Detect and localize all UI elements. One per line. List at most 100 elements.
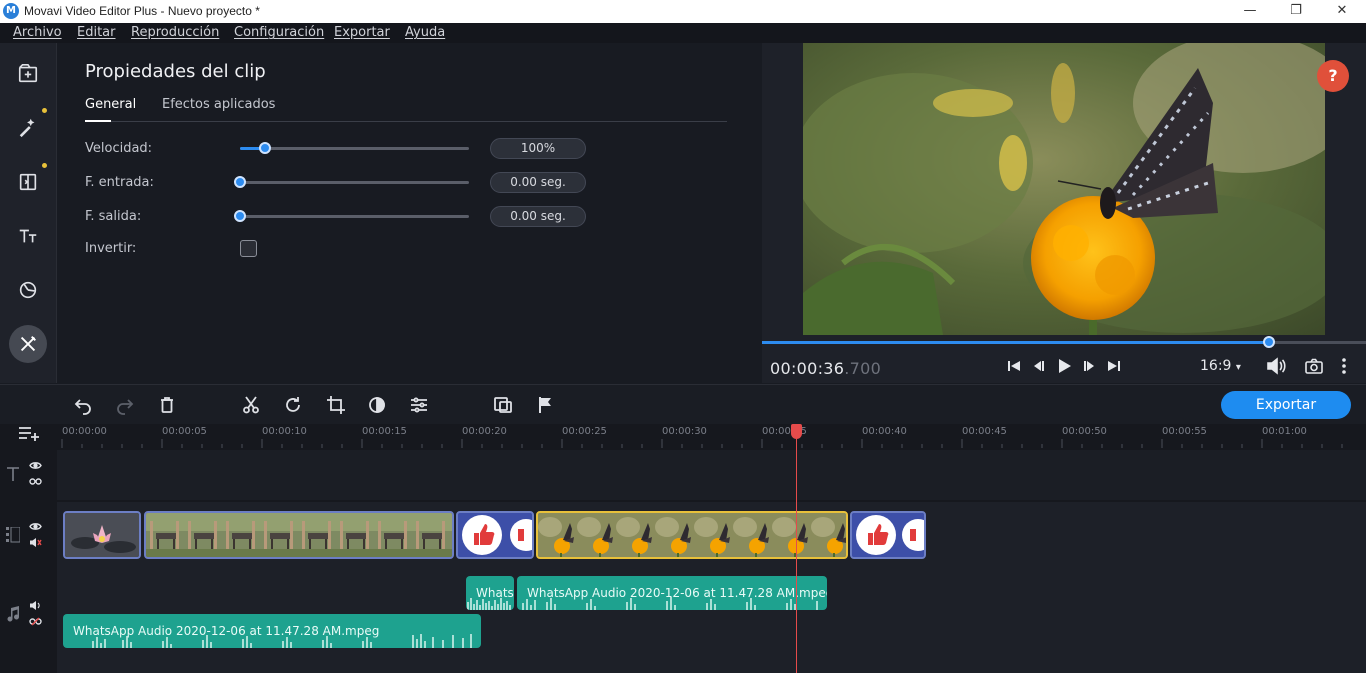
undo-button[interactable] bbox=[72, 394, 94, 416]
help-button[interactable]: ? bbox=[1317, 60, 1349, 92]
fade-in-label: F. entrada: bbox=[85, 175, 154, 190]
fade-in-slider-handle[interactable] bbox=[234, 176, 246, 188]
tab-applied-effects[interactable]: Efectos aplicados bbox=[162, 97, 275, 112]
previous-frame-button[interactable] bbox=[1027, 356, 1049, 376]
menu-archivo[interactable]: Archivo bbox=[13, 25, 62, 40]
split-screen-button[interactable] bbox=[492, 394, 514, 416]
ruler-tick-label: 00:00:25 bbox=[562, 426, 607, 437]
volume-button[interactable] bbox=[1265, 356, 1287, 376]
import-button[interactable] bbox=[9, 55, 47, 93]
close-button[interactable]: ✕ bbox=[1319, 0, 1365, 23]
video-clip-like-outro[interactable] bbox=[850, 511, 926, 559]
fade-out-slider-handle[interactable] bbox=[234, 210, 246, 222]
ruler-tick-label: 00:00:00 bbox=[62, 426, 107, 437]
aspect-ratio-value: 16:9 bbox=[1200, 358, 1232, 374]
audio-clip-short[interactable]: Whats bbox=[466, 576, 514, 610]
video-clip-butterfly-selected[interactable] bbox=[536, 511, 848, 559]
menu-ayuda[interactable]: Ayuda bbox=[405, 25, 445, 40]
ruler-tick-label: 00:00:30 bbox=[662, 426, 707, 437]
menu-configuracion[interactable]: Configuración bbox=[234, 25, 324, 40]
eye-icon[interactable] bbox=[29, 461, 42, 470]
menu-exportar[interactable]: Exportar bbox=[334, 25, 390, 40]
more-tools-icon bbox=[20, 336, 36, 352]
playhead-handle[interactable] bbox=[791, 424, 802, 439]
title-bar: M Movavi Video Editor Plus - Nuevo proye… bbox=[0, 0, 1366, 23]
more-options-button[interactable] bbox=[1333, 356, 1355, 376]
rotate-button[interactable] bbox=[282, 394, 304, 416]
video-clip-like-intro[interactable] bbox=[456, 511, 534, 559]
add-marker-button[interactable] bbox=[534, 394, 556, 416]
color-adjustments-button[interactable] bbox=[366, 394, 388, 416]
menu-editar[interactable]: Editar bbox=[77, 25, 116, 40]
color-adjust-icon bbox=[369, 397, 385, 413]
camera-icon bbox=[1305, 358, 1323, 374]
clip-properties-panel: Propiedades del clip General Efectos apl… bbox=[57, 43, 761, 383]
go-to-end-button[interactable] bbox=[1103, 356, 1125, 376]
titles-icon bbox=[19, 229, 37, 243]
next-frame-button[interactable] bbox=[1079, 356, 1101, 376]
delete-button[interactable] bbox=[156, 394, 178, 416]
transitions-button[interactable] bbox=[9, 163, 47, 201]
skip-to-start-icon bbox=[1008, 361, 1020, 371]
seek-progress bbox=[762, 341, 1270, 344]
playhead-line[interactable] bbox=[796, 424, 797, 673]
play-button[interactable] bbox=[1053, 356, 1075, 376]
speed-slider[interactable] bbox=[240, 142, 469, 154]
previous-frame-icon bbox=[1034, 361, 1044, 371]
clip-thumbnail-strip bbox=[146, 513, 452, 557]
movavi-logo-icon: M bbox=[3, 3, 19, 19]
thumbs-up-icon bbox=[852, 513, 924, 557]
audio-clip-whatsapp-2[interactable]: WhatsApp Audio 2020-12-06 at 11.47.28 AM… bbox=[517, 576, 827, 610]
video-track[interactable] bbox=[57, 502, 1366, 570]
go-to-start-button[interactable] bbox=[1003, 356, 1025, 376]
audio-track[interactable]: Whats WhatsApp Audio 2020-12-06 at 11.47… bbox=[57, 570, 1366, 673]
speed-slider-handle[interactable] bbox=[259, 142, 272, 154]
eye-icon[interactable] bbox=[29, 522, 42, 531]
link-icon[interactable] bbox=[29, 617, 42, 626]
video-preview[interactable] bbox=[803, 43, 1325, 335]
video-clip-lotus[interactable] bbox=[63, 511, 141, 559]
redo-button[interactable] bbox=[114, 394, 136, 416]
stickers-button[interactable] bbox=[9, 271, 47, 309]
fade-in-slider[interactable] bbox=[234, 176, 469, 188]
fade-in-value-field[interactable]: 0.00 seg. bbox=[490, 172, 586, 193]
reverse-checkbox[interactable] bbox=[240, 240, 257, 257]
export-button[interactable]: Exportar bbox=[1221, 391, 1351, 419]
maximize-button[interactable]: ❐ bbox=[1273, 0, 1319, 23]
link-icon[interactable] bbox=[29, 477, 42, 486]
title-track-header bbox=[0, 450, 57, 500]
video-clip-garden-bench[interactable] bbox=[144, 511, 454, 559]
filters-button[interactable] bbox=[9, 108, 47, 146]
minimize-button[interactable]: — bbox=[1227, 0, 1273, 23]
seek-handle[interactable] bbox=[1263, 336, 1276, 348]
speed-value-field[interactable]: 100% bbox=[490, 138, 586, 159]
more-tools-button[interactable] bbox=[9, 325, 47, 363]
aspect-ratio-dropdown[interactable]: 16:9 ▾ bbox=[1200, 358, 1241, 374]
titles-button[interactable] bbox=[9, 217, 47, 255]
ruler-tick-label: 00:00:40 bbox=[862, 426, 907, 437]
ruler-tick-label: 00:00:10 bbox=[262, 426, 307, 437]
video-track-header bbox=[0, 502, 57, 570]
more-vertical-icon bbox=[1342, 358, 1346, 374]
music-note-icon bbox=[7, 606, 20, 622]
rotate-icon bbox=[286, 397, 300, 412]
fade-out-slider[interactable] bbox=[234, 210, 469, 222]
next-frame-icon bbox=[1084, 361, 1094, 371]
speaker-icon[interactable] bbox=[29, 600, 42, 611]
add-track-icon[interactable] bbox=[18, 424, 40, 442]
crop-button[interactable] bbox=[325, 394, 347, 416]
tab-general[interactable]: General bbox=[85, 97, 136, 112]
snapshot-button[interactable] bbox=[1303, 356, 1325, 376]
mute-icon[interactable] bbox=[29, 537, 42, 548]
timeline-ruler[interactable]: 00:00:00 00:00:05 00:00:10 00:00:15 00:0… bbox=[57, 424, 1366, 450]
menu-reproduccion[interactable]: Reproducción bbox=[131, 25, 219, 40]
cut-button[interactable] bbox=[240, 394, 262, 416]
fade-out-value-field[interactable]: 0.00 seg. bbox=[490, 206, 586, 227]
ruler-ticks bbox=[61, 439, 1343, 448]
timecode-display: 00:00:36.700 bbox=[770, 359, 881, 378]
clip-properties-button[interactable] bbox=[408, 394, 430, 416]
audio-clip-whatsapp-1[interactable]: WhatsApp Audio 2020-12-06 at 11.47.28 AM… bbox=[63, 614, 481, 648]
title-track[interactable] bbox=[57, 450, 1366, 500]
new-indicator-dot bbox=[42, 108, 47, 113]
preview-seek-bar[interactable] bbox=[762, 336, 1366, 348]
